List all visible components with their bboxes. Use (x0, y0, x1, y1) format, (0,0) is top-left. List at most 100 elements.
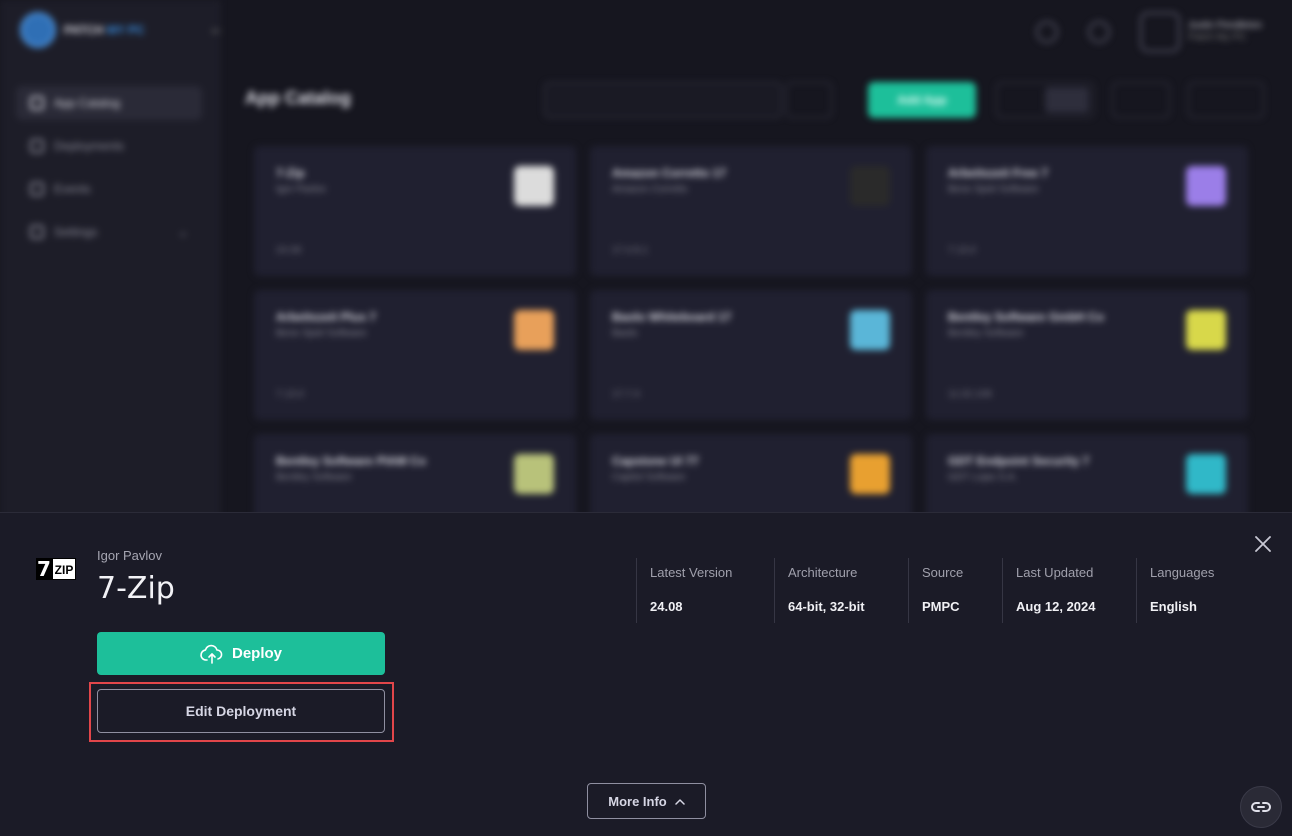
logo-icon (20, 12, 56, 48)
app-card[interactable]: Baolo Whiteboard 17 Baolo 17.7.4 (590, 290, 912, 420)
sidebar-item-settings[interactable]: Settings ⌄ (16, 215, 202, 249)
help-icon[interactable] (1036, 21, 1059, 43)
meta-value: 24.08 (650, 599, 683, 614)
chat-button[interactable] (1240, 786, 1282, 828)
collapse-sidebar-icon[interactable]: ⇤ (212, 24, 222, 38)
meta-value: English (1150, 599, 1197, 614)
app-metadata: Latest Version 24.08 Architecture 64-bit, 3… (636, 558, 1236, 623)
card-publisher: Bentley Software (948, 328, 1024, 339)
card-name: GDT Endpoint Security 7 (948, 454, 1090, 468)
filter-button[interactable] (1188, 82, 1264, 118)
deploy-label: Deploy (231, 645, 282, 662)
card-name: Amazon Corretto 17 (612, 166, 727, 180)
header-actions: Justin Pendleton Patch My PC (1036, 12, 1262, 52)
logo: PATCH MY PC (20, 12, 145, 48)
meta-label: Architecture (788, 565, 858, 580)
sidebar-item-events[interactable]: Events (16, 172, 202, 206)
card-version: 11.02.108 (948, 389, 992, 400)
sidebar-nav: App Catalog Deployments Events Settings ⌄ (16, 86, 202, 258)
logo-text: PATCH MY PC (64, 23, 145, 37)
card-publisher: Bentley Software (276, 472, 352, 483)
notification-icon[interactable] (1088, 21, 1111, 43)
sidebar-item-label: Settings (54, 225, 98, 239)
search-input[interactable] (544, 82, 782, 118)
card-version: 7.13.0 (948, 245, 976, 256)
card-publisher: Bene Spiel Software (276, 328, 367, 339)
card-publisher: Baolo (612, 328, 638, 339)
page-title: App Catalog (245, 88, 351, 108)
app-card[interactable]: Amazon Corretto 17 Amazon Corretto 17.0.8.… (590, 146, 912, 276)
deploy-button[interactable]: Deploy (97, 632, 385, 675)
meta-label: Languages (1150, 565, 1215, 580)
cloud-upload-icon (200, 644, 223, 664)
app-root: PATCH MY PC ⇤ App Catalog Deployments Ev… (0, 0, 1292, 836)
card-name: Bentley Software GmbH Co (948, 310, 1105, 324)
app-icon (514, 310, 554, 350)
card-name: Bentley Software PIAM Co (276, 454, 427, 468)
card-publisher: Bene Spiel Software (948, 184, 1039, 195)
card-name: Arbeitszeit Plus 7 (276, 310, 377, 324)
card-publisher: Igor Pavlov (276, 184, 327, 195)
user-info: Justin Pendleton Patch My PC (1188, 20, 1262, 44)
close-icon[interactable] (1252, 533, 1274, 555)
add-app-button[interactable]: Add App (868, 82, 976, 118)
app-logo: 7 ZIP (36, 558, 76, 580)
catalog-icon (30, 96, 44, 110)
more-info-label: More Info (608, 793, 667, 809)
sidebar-item-app-catalog[interactable]: App Catalog (16, 86, 202, 120)
card-publisher: Amazon Corretto (612, 184, 688, 195)
app-card[interactable]: 7-Zip Igor Pavlov 24.08 (254, 146, 576, 276)
app-icon (850, 454, 890, 494)
chevron-down-icon: ⌄ (177, 225, 188, 239)
card-name: Arbeitszeit Free 7 (948, 166, 1049, 180)
card-version: 24.08 (276, 245, 302, 256)
user-org: Patch My PC (1188, 32, 1247, 43)
view-toggle[interactable] (996, 82, 1094, 118)
events-icon (30, 182, 44, 196)
meta-column: Latest Version 24.08 (636, 558, 774, 623)
app-card[interactable]: Arbeitszeit Free 7 Bene Spiel Software 7.1… (926, 146, 1248, 276)
app-detail-panel: 7 ZIP Igor Pavlov 7-Zip Deploy Edit Depl… (0, 512, 1292, 836)
meta-label: Source (922, 565, 964, 580)
link-icon (1251, 802, 1271, 812)
sidebar-item-label: App Catalog (54, 96, 121, 110)
card-name: 7-Zip (276, 166, 305, 180)
user-name: Justin Pendleton (1188, 20, 1262, 31)
more-info-button[interactable]: More Info (587, 783, 706, 819)
meta-column: Languages English (1136, 558, 1236, 623)
card-version: 7.13.0 (276, 389, 304, 400)
meta-label: Latest Version (650, 565, 733, 580)
deploy-icon (30, 139, 44, 153)
card-version: 17.0.8.1 (612, 245, 649, 256)
edit-deployment-button[interactable]: Edit Deployment (97, 689, 385, 733)
app-card-grid: 7-Zip Igor Pavlov 24.08 Amazon Corretto 17 A… (254, 146, 1248, 564)
card-publisher: GDT Lojas S.A. (948, 472, 1018, 483)
meta-value: PMPC (922, 599, 960, 614)
sort-button[interactable] (1112, 82, 1170, 118)
card-version: 17.7.4 (612, 389, 640, 400)
meta-column: Architecture 64-bit, 32-bit (774, 558, 908, 623)
gear-icon (30, 225, 44, 239)
app-icon (850, 310, 890, 350)
app-icon (514, 166, 554, 206)
app-icon (1186, 454, 1226, 494)
app-icon (1186, 166, 1226, 206)
search-button[interactable] (786, 82, 832, 118)
meta-column: Source PMPC (908, 558, 1002, 623)
logo-zip: ZIP (52, 558, 76, 580)
user-menu[interactable]: Justin Pendleton Patch My PC (1140, 12, 1262, 52)
app-publisher: Igor Pavlov (97, 548, 163, 563)
meta-column: Last Updated Aug 12, 2024 (1002, 558, 1136, 623)
card-name: Capstone UI 77 (612, 454, 699, 468)
sidebar-item-deployments[interactable]: Deployments (16, 129, 202, 163)
grid-view-icon[interactable] (1045, 87, 1089, 113)
app-card[interactable]: Arbeitszeit Plus 7 Bene Spiel Software 7.1… (254, 290, 576, 420)
meta-value: Aug 12, 2024 (1016, 599, 1096, 614)
avatar (1140, 12, 1181, 52)
sidebar-item-label: Deployments (54, 139, 125, 153)
sidebar-item-label: Events (54, 182, 91, 196)
meta-value: 64-bit, 32-bit (788, 599, 865, 614)
chevron-up-icon (675, 798, 685, 805)
app-card[interactable]: Bentley Software GmbH Co Bentley Software… (926, 290, 1248, 420)
app-name: 7-Zip (97, 571, 175, 606)
